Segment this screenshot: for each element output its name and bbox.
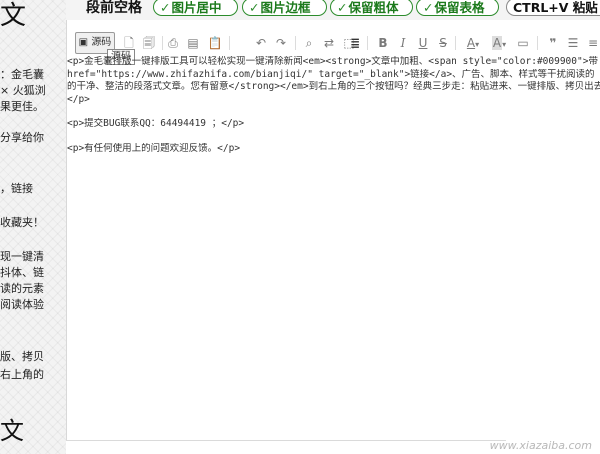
background-color-dropdown[interactable]: A▾ bbox=[487, 32, 511, 54]
watermark: www.xiazaiba.com bbox=[489, 439, 592, 452]
check-icon: ✓ bbox=[337, 0, 348, 15]
toolbar-separator bbox=[455, 36, 456, 50]
toggle-label: 图片边框 bbox=[260, 0, 311, 15]
code-line: <p>有任何使用上的问题欢迎反馈。</p> bbox=[67, 142, 241, 154]
underline-icon[interactable]: U bbox=[413, 32, 433, 54]
option-bar: 段前空格 ✓图片居中 ✓图片边框 ✓保留粗体 ✓保留表格 CTRL+V 粘贴 bbox=[66, 0, 600, 20]
preview-heading-char: 文 bbox=[0, 1, 27, 31]
replace-icon[interactable]: ⇄ bbox=[319, 32, 339, 54]
keep-tables-toggle[interactable]: ✓保留表格 bbox=[416, 0, 499, 16]
blockquote-icon[interactable]: ❞ bbox=[543, 32, 563, 54]
preview-text: 右上角的 bbox=[0, 368, 44, 381]
code-line: <p>提交BUG联系QQ：64494419 ；</p> bbox=[67, 118, 245, 129]
source-icon: ▣ bbox=[78, 37, 89, 48]
check-icon: ✓ bbox=[423, 0, 434, 15]
toolbar-separator bbox=[229, 36, 230, 50]
unordered-list-icon[interactable]: ≡ bbox=[583, 32, 600, 54]
remove-format-icon[interactable]: ≣ bbox=[345, 32, 365, 54]
chevron-down-icon: ▾ bbox=[502, 40, 507, 49]
background-color-icon: A bbox=[491, 36, 503, 50]
source-code-textarea[interactable]: <p>金毛囊排版一键排版工具可以轻松实现一键清除新闻<em><strong>文章… bbox=[67, 56, 600, 438]
chevron-down-icon: ▾ bbox=[475, 40, 480, 49]
check-icon: ✓ bbox=[160, 0, 171, 15]
editor-toolbar: ▣ 源码 🗋 🗐 ⎙ ▤ 📋 ↶ ↷ ⌕ ⇄ ⬚ ≣ B I U S A▾ A▾… bbox=[67, 30, 600, 58]
preview-text: 现一键清 bbox=[0, 250, 44, 263]
preview-text: × 火狐浏 bbox=[0, 84, 46, 97]
source-label: 源码 bbox=[91, 37, 112, 48]
strikethrough-icon[interactable]: S bbox=[433, 32, 453, 54]
bold-icon[interactable]: B bbox=[373, 32, 393, 54]
toggle-label: 图片居中 bbox=[171, 0, 222, 15]
preview-text: 读的元素 bbox=[0, 282, 44, 295]
preview-text: 抖体、链 bbox=[0, 266, 44, 279]
toolbar-separator bbox=[367, 36, 368, 50]
paste-button[interactable]: CTRL+V 粘贴 bbox=[506, 0, 600, 16]
preview-text: 果更佳。 bbox=[0, 100, 44, 113]
preview-text: 分享给你 bbox=[0, 131, 44, 144]
check-icon: ✓ bbox=[249, 0, 260, 15]
paste-text-icon[interactable]: 📋 bbox=[205, 32, 225, 54]
redo-icon[interactable]: ↷ bbox=[271, 32, 291, 54]
indent-option-label[interactable]: 段前空格 bbox=[86, 0, 142, 16]
preview-text: 阅读体验 bbox=[0, 298, 44, 311]
preview-text: 收藏夹！ bbox=[0, 216, 44, 229]
text-color-icon: A bbox=[466, 36, 476, 50]
print-icon[interactable]: ⎙ bbox=[163, 32, 183, 54]
preview-text: ，链接 bbox=[0, 182, 33, 195]
editor-bottom-border bbox=[66, 440, 506, 441]
undo-icon[interactable]: ↶ bbox=[251, 32, 271, 54]
editor-panel: ▣ 源码 🗋 🗐 ⎙ ▤ 📋 ↶ ↷ ⌕ ⇄ ⬚ ≣ B I U S A▾ A▾… bbox=[66, 20, 600, 440]
text-color-dropdown[interactable]: A▾ bbox=[461, 32, 485, 54]
left-panel-preview: 文 ：金毛囊 × 火狐浏 果更佳。 分享给你 ，链接 收藏夹！ 现一键清 抖体、… bbox=[0, 0, 66, 454]
font-size-icon[interactable]: ▭ bbox=[513, 32, 533, 54]
toolbar-separator bbox=[537, 36, 538, 50]
code-line: <p>金毛囊排版一键排版工具可以轻松实现一键清除新闻<em><strong>文章… bbox=[67, 56, 598, 67]
ordered-list-icon[interactable]: ☰ bbox=[563, 32, 583, 54]
preview-text: 版、拷贝 bbox=[0, 350, 44, 363]
code-line: 的干净、整洁的段落式文章。您有留意</strong></em>到右上角的三个按钮… bbox=[67, 81, 600, 92]
code-line: </p> bbox=[67, 93, 90, 105]
preview-icon[interactable]: 🗐 bbox=[139, 32, 159, 54]
preview-char: 文 bbox=[0, 417, 24, 445]
toggle-label: 保留表格 bbox=[434, 0, 485, 15]
toolbar-separator bbox=[295, 36, 296, 50]
code-line: href="https://www.zhifazhifa.com/bianjiq… bbox=[67, 68, 595, 80]
keep-bold-toggle[interactable]: ✓保留粗体 bbox=[330, 0, 413, 16]
italic-icon[interactable]: I bbox=[393, 32, 413, 54]
center-images-toggle[interactable]: ✓图片居中 bbox=[153, 0, 238, 16]
image-border-toggle[interactable]: ✓图片边框 bbox=[242, 0, 327, 16]
preview-text: ：金毛囊 bbox=[0, 68, 44, 81]
template-icon[interactable]: ▤ bbox=[183, 32, 203, 54]
toggle-label: 保留粗体 bbox=[348, 0, 399, 15]
search-icon[interactable]: ⌕ bbox=[299, 32, 319, 54]
